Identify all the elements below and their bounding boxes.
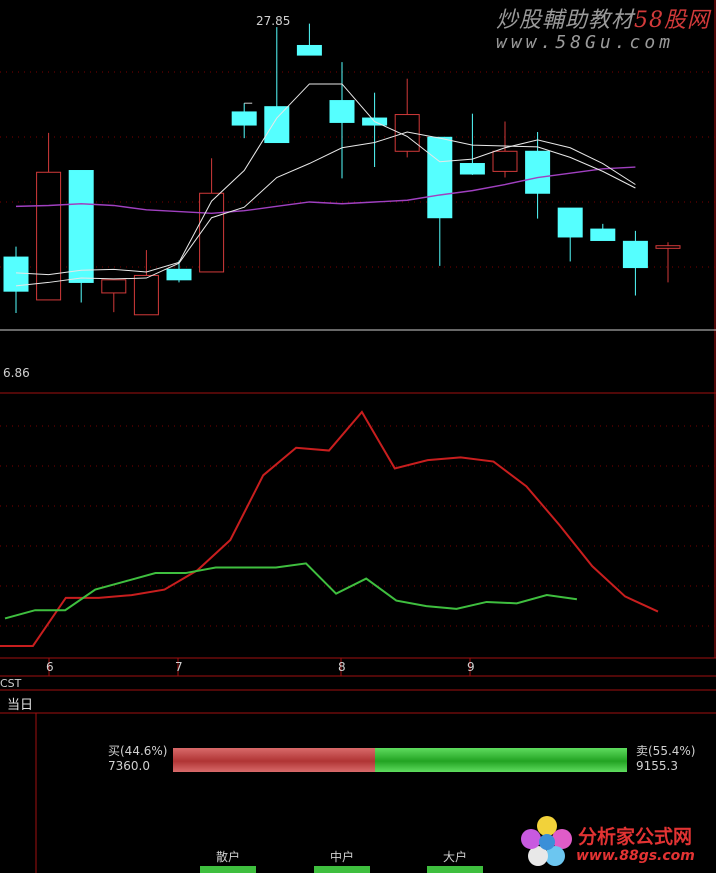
candle-body (459, 163, 485, 175)
candle-body (199, 192, 225, 273)
candle-body (427, 136, 453, 219)
candle-body (622, 240, 648, 269)
indicator-red-line (0, 410, 659, 647)
x-tick-label: 8 (338, 660, 346, 674)
x-tick-label: 7 (175, 660, 183, 674)
flower-logo-icon (521, 816, 572, 866)
category-retail: 散户 (216, 850, 241, 864)
sell-label: 卖(55.4%) (636, 744, 696, 758)
sell-info: 卖(55.4%) 9155.3 (636, 744, 696, 774)
candle-body (166, 268, 192, 281)
x-tick-label: 9 (467, 660, 475, 674)
candle-body (329, 100, 355, 123)
candle-body (101, 279, 127, 294)
buy-info: 买(44.6%) 7360.0 (108, 744, 168, 774)
candle-body (557, 207, 583, 238)
candle-body (231, 111, 257, 126)
sell-ratio-bar (375, 748, 627, 772)
x-tick-label: 6 (46, 660, 54, 674)
today-label[interactable]: 当日 (7, 694, 33, 713)
candle-body (492, 150, 518, 172)
candle-body (655, 245, 681, 249)
watermark-title: 炒股輔助教材58股网 (496, 8, 711, 33)
candle-body (525, 150, 551, 194)
category-large-bar (427, 866, 483, 873)
indicator-tab[interactable]: CST (0, 677, 21, 690)
logo-url: www.88gs.com (576, 848, 695, 864)
indicator-green-line (4, 562, 578, 620)
candle-body (68, 170, 94, 283)
candle-body (3, 256, 29, 292)
logo-text: 分析家公式网 (578, 826, 693, 848)
buy-value: 7360.0 (108, 759, 150, 773)
buy-ratio-bar (173, 748, 376, 772)
low-price-label: 6.86 (3, 366, 30, 380)
category-medium-bar (314, 866, 370, 873)
watermark-url: www.58Gu.com (496, 32, 675, 53)
buy-label: 买(44.6%) (108, 744, 168, 758)
stock-chart (0, 0, 716, 873)
candle-body (590, 228, 616, 241)
category-medium: 中户 (330, 850, 355, 864)
candle-body (296, 44, 322, 56)
high-price-label: 27.85 (256, 14, 291, 28)
candle-body (264, 106, 290, 144)
category-large: 大户 (443, 850, 468, 864)
candle-body (36, 171, 62, 301)
category-retail-bar (200, 866, 256, 873)
candle-body (133, 274, 159, 316)
sell-value: 9155.3 (636, 759, 678, 773)
